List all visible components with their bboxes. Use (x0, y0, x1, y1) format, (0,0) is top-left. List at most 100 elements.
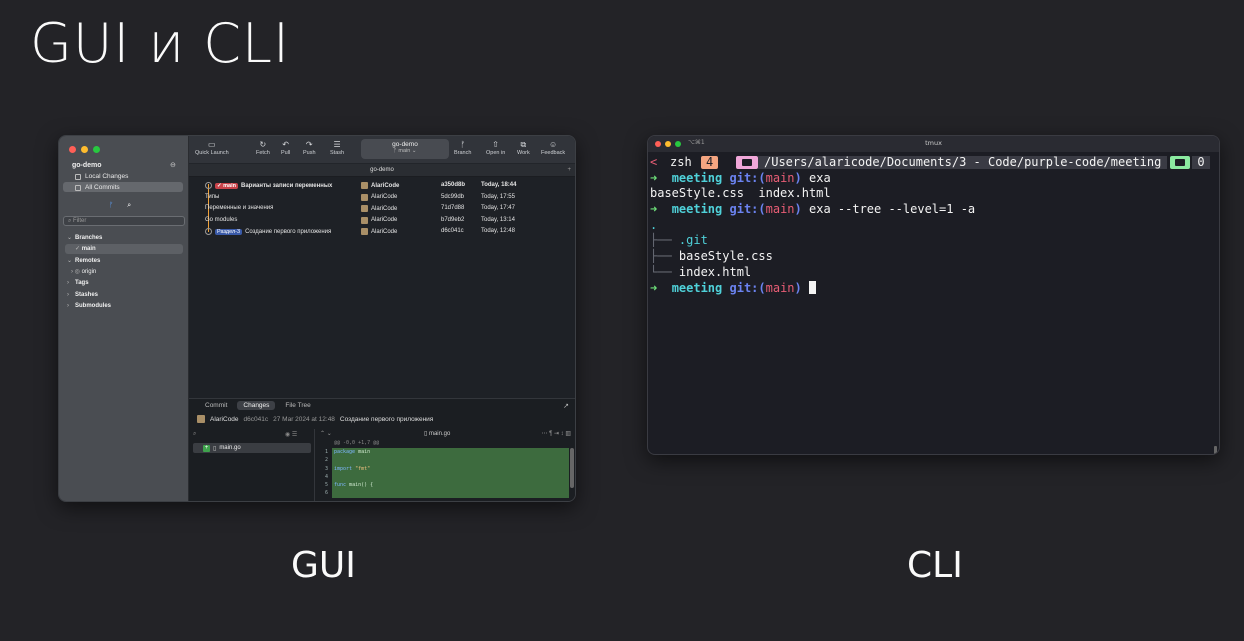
section-stashes[interactable]: › Stashes (67, 292, 98, 298)
terminal-window: ⌥⌘1 tmux < zsh 4 /Users/alaricode/Docume… (647, 135, 1220, 455)
caption-gui: GUI (291, 545, 356, 586)
detail-author: AlariCode (210, 415, 239, 423)
code-keyword: package (334, 449, 356, 455)
prompt-branch: main (765, 280, 795, 295)
diff-line: 4 (316, 472, 569, 482)
section-submodules[interactable]: › Submodules (67, 303, 111, 309)
detail-tabs: Commit Changes File Tree (189, 399, 575, 412)
push-button[interactable]: ↷ Push (303, 140, 316, 156)
commit-sha: 71d7d88 (441, 205, 465, 211)
repo-selector[interactable]: go-demo ᚠ main ⌄ (361, 139, 449, 159)
pull-button[interactable]: ↶ Pull (281, 140, 290, 156)
window-title: tmux (925, 139, 942, 147)
smiley-icon: ☺ (548, 140, 558, 149)
add-tab-icon[interactable]: + (567, 164, 571, 177)
feedback-button[interactable]: ☺ Feedback (541, 140, 565, 156)
commit-sha: d6c041c (441, 228, 464, 234)
chevron-icon[interactable]: ⌃ ⌄ (320, 430, 332, 437)
section-label: Stashes (75, 292, 99, 298)
tree-branch: └── (650, 264, 679, 279)
commit-sha: b7d9eb2 (441, 216, 465, 223)
line-number: 3 (316, 464, 332, 473)
table-row[interactable]: Типы AlariCode 5dc99db Today, 17:55 (189, 192, 575, 204)
scrollbar[interactable] (1214, 446, 1217, 454)
minimize-button[interactable] (81, 146, 88, 153)
chevron-down-icon: ⌄ (67, 258, 73, 264)
tab-changes[interactable]: Changes (237, 401, 276, 410)
table-row[interactable]: Go modules AlariCode b7d9eb2 Today, 13:1… (189, 215, 575, 227)
zoom-button[interactable] (93, 146, 100, 153)
sidebar-item-local-changes[interactable]: Local Changes (75, 173, 128, 180)
document-icon (75, 173, 81, 180)
title-bar: ⌥⌘1 tmux (648, 136, 1219, 152)
tab-commit[interactable]: Commit (201, 401, 231, 410)
fetch-button[interactable]: ↻ Fetch (256, 140, 270, 156)
prompt-arrow: ➜ (650, 170, 658, 185)
added-icon: + (203, 444, 210, 452)
diff-tools-icon[interactable]: ⋯ ¶ ⇥ ↕ ▥ (541, 430, 571, 437)
list-item[interactable]: + ▯ main.go (193, 443, 311, 453)
tab-file-tree[interactable]: File Tree (281, 401, 314, 410)
tab-go-demo[interactable]: go-demo (370, 167, 394, 173)
prompt-git: git:( (729, 202, 766, 217)
view-options-icon[interactable]: ◉ ☰ (285, 431, 297, 438)
chevron-right-icon: › (67, 292, 69, 298)
table-row[interactable]: Раздел-3 Создание первого приложения Alar… (189, 226, 575, 238)
diff-lines: 1 package main 2 3 import "fmt" 4 5 func ma… (316, 448, 569, 501)
table-row[interactable]: ✓ main Варианты записи переменных AlariCo… (189, 180, 575, 192)
line-number: 1 (316, 448, 332, 457)
repo-options-icon[interactable]: ⊖ (170, 161, 176, 169)
tree-branch: ├── (650, 233, 679, 248)
commit-date: Today, 17:47 (481, 205, 515, 211)
line-number: 6 (316, 489, 332, 498)
branch-button[interactable]: ᚠ Branch (454, 140, 471, 156)
slide-title: GUI и CLI (30, 12, 290, 75)
search-icon[interactable]: ⌕ (127, 202, 131, 210)
stash-button[interactable]: ☰ Stash (330, 140, 344, 156)
external-link-icon[interactable]: ↗ (563, 402, 569, 410)
prompt-git: git:( (729, 170, 766, 185)
chevron-right-icon: › (71, 269, 73, 275)
scrollbar[interactable] (570, 448, 574, 488)
avatar (361, 216, 368, 224)
quick-launch-button[interactable]: ▭ Quick Launch (195, 140, 229, 156)
button-label: Feedback (541, 150, 566, 156)
terminal-line: ➜ meeting git:(main) (650, 280, 1213, 297)
badge-label: main (223, 182, 236, 189)
section-label: Submodules (75, 303, 112, 309)
commit-message: Варианты записи переменных (240, 182, 333, 189)
commit-message: Создание первого приложения (245, 228, 332, 235)
sidebar-item-all-commits[interactable]: All Commits (75, 184, 120, 191)
table-row[interactable]: Переменные и значения AlariCode 71d7d88 … (189, 203, 575, 215)
prompt-git-close: ) (794, 170, 802, 185)
toolbar: ▭ Quick Launch ↻ Fetch ↶ Pull ↷ Push ☰ Stash … (189, 136, 575, 164)
diff-line: 6 (316, 489, 569, 498)
code-keyword: func (334, 482, 347, 489)
section-remotes[interactable]: ⌄ Remotes (67, 257, 100, 264)
branch-main[interactable]: ✓ main (75, 245, 96, 252)
terminal-output[interactable]: < zsh 4 /Users/alaricode/Documents/3 - C… (650, 155, 1213, 296)
close-button[interactable] (69, 146, 76, 153)
stash-icon: ☰ (333, 140, 341, 149)
open-in-button[interactable]: ⇧ Open in (486, 140, 505, 156)
repo-selector-name: go-demo (392, 141, 418, 148)
chevron-down-icon: ⌄ (67, 235, 73, 241)
hunk-header: @@ -0,0 +1,7 @@ (334, 440, 380, 446)
search-icon[interactable]: ⌕ (193, 431, 196, 438)
commit-author: AlariCode (371, 228, 398, 235)
repo-name[interactable]: go-demo (72, 162, 102, 169)
filter-input[interactable]: ⌕ Filter (63, 216, 185, 226)
avatar (361, 228, 368, 235)
branch-icon[interactable]: ᚠ (109, 202, 113, 210)
section-branches[interactable]: ⌄ Branches (67, 234, 102, 241)
section-tags[interactable]: › Tags (67, 280, 89, 286)
stack-icon (75, 184, 81, 191)
fetch-icon: ↻ (259, 140, 267, 149)
branch-selector[interactable]: ᚠ main ⌄ (361, 148, 449, 154)
detail-message: Создание первого приложения (339, 415, 434, 423)
work-button[interactable]: ⧉ Work (517, 140, 530, 156)
terminal-line: ➜ meeting git:(main) exa (650, 171, 1213, 187)
status-shell: zsh (670, 155, 692, 169)
remote-origin[interactable]: › ◎ origin (71, 268, 96, 275)
avatar (361, 182, 368, 189)
